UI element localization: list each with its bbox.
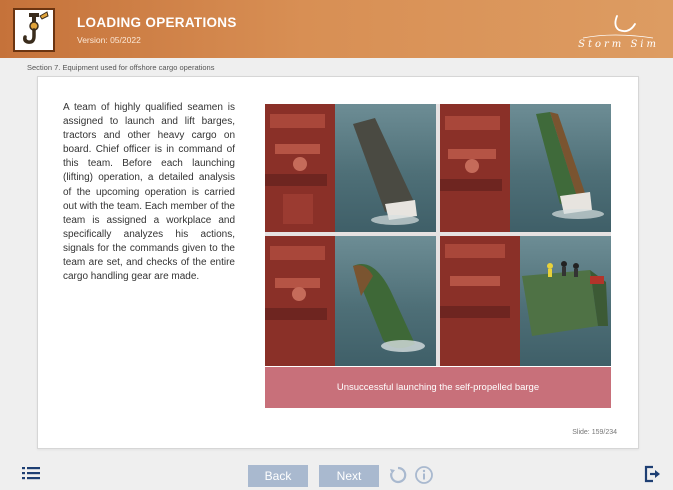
crane-hook-icon xyxy=(23,11,49,44)
photo-barge-sunk xyxy=(440,236,611,366)
exit-icon[interactable] xyxy=(644,465,660,483)
photo-barge-tilting xyxy=(440,104,611,232)
info-icon[interactable] xyxy=(414,465,434,485)
breadcrumb: Section 7. Equipment used for offshore c… xyxy=(27,63,215,72)
photo-caption: Unsuccessful launching the self-propelle… xyxy=(265,367,611,408)
app-header: LOADING OPERATIONS Version: 05/2022 Stor… xyxy=(0,0,673,58)
body-paragraph: A team of highly qualified seamen is ass… xyxy=(63,102,235,283)
photo-barge-capsizing xyxy=(265,236,436,366)
slide-card: A team of highly qualified seamen is ass… xyxy=(37,76,639,449)
back-button[interactable]: Back xyxy=(248,465,308,487)
list-menu-icon[interactable] xyxy=(22,466,40,480)
brand-text: Storm Sim xyxy=(578,39,659,50)
next-button[interactable]: Next xyxy=(319,465,379,487)
slide-counter: Slide: 159/234 xyxy=(572,429,617,436)
brand-swoosh-icon xyxy=(582,15,654,39)
replay-icon[interactable] xyxy=(388,465,408,485)
brand-logo: Storm Sim xyxy=(573,12,659,52)
photo-barge-lowering xyxy=(265,104,436,232)
app-title: LOADING OPERATIONS xyxy=(77,15,237,30)
logo xyxy=(13,8,55,52)
version-label: Version: 05/2022 xyxy=(77,35,141,45)
photo-grid xyxy=(265,104,611,366)
